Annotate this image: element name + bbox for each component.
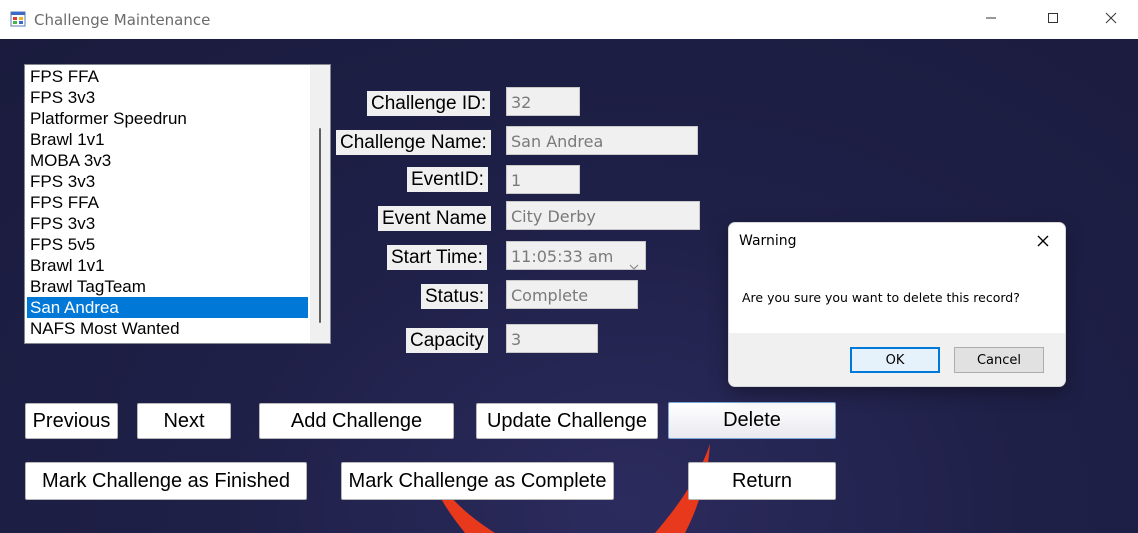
start-time-picker[interactable]: 11:05:33 am: [506, 241, 646, 270]
challenge-id-label: Challenge ID:: [367, 91, 491, 116]
dialog-ok-button[interactable]: OK: [850, 347, 940, 373]
list-item[interactable]: Brawl 1v1: [27, 129, 308, 150]
delete-button[interactable]: Delete: [668, 402, 836, 439]
mark-complete-button[interactable]: Mark Challenge as Complete: [341, 462, 614, 500]
dialog-cancel-button[interactable]: Cancel: [954, 347, 1044, 373]
challenge-id-field[interactable]: 32: [506, 87, 580, 116]
list-item[interactable]: Brawl 1v1: [27, 255, 308, 276]
previous-button[interactable]: Previous: [25, 403, 118, 439]
list-item[interactable]: NAFS Most Wanted: [27, 318, 308, 339]
event-name-field[interactable]: City Derby: [506, 201, 700, 230]
dialog-title: Warning: [739, 233, 797, 249]
capacity-label: Capacity: [406, 328, 488, 353]
list-item[interactable]: FPS FFA: [27, 192, 308, 213]
update-challenge-button[interactable]: Update Challenge: [476, 403, 658, 439]
return-button[interactable]: Return: [688, 462, 836, 500]
list-item[interactable]: FPS 5v5: [27, 234, 308, 255]
maximize-icon: [1047, 11, 1059, 29]
list-item[interactable]: Platformer Speedrun: [27, 108, 308, 129]
list-item[interactable]: Brawl TagTeam: [27, 276, 308, 297]
dialog-footer: OK Cancel: [729, 333, 1065, 386]
maximize-button[interactable]: [1024, 0, 1082, 39]
challenge-name-label: Challenge Name:: [336, 130, 491, 155]
challenge-listbox[interactable]: FPS FFA FPS 3v3 Platformer Speedrun Braw…: [24, 64, 331, 344]
dialog-message: Are you sure you want to delete this rec…: [742, 290, 1020, 305]
minimize-icon: [985, 11, 997, 29]
next-button[interactable]: Next: [137, 403, 231, 439]
list-item[interactable]: FPS 3v3: [27, 171, 308, 192]
close-icon: [1037, 234, 1049, 252]
list-item[interactable]: FPS 3v3: [27, 87, 308, 108]
close-button[interactable]: [1082, 0, 1138, 39]
status-label: Status:: [421, 284, 489, 309]
event-id-field[interactable]: 1: [506, 165, 580, 194]
list-item[interactable]: FPS FFA: [27, 66, 308, 87]
start-time-value: 11:05:33 am: [511, 247, 614, 266]
minimize-button[interactable]: [962, 0, 1020, 39]
status-field[interactable]: Complete: [506, 280, 638, 309]
list-item[interactable]: MOBA 3v3: [27, 150, 308, 171]
app-form-icon: [10, 11, 26, 27]
dialog-close-button[interactable]: [1029, 229, 1057, 257]
close-icon: [1105, 11, 1117, 29]
challenge-name-field[interactable]: San Andrea: [506, 126, 698, 155]
start-time-label: Start Time:: [387, 245, 487, 270]
list-item[interactable]: FPS 3v3: [27, 213, 308, 234]
chevron-down-icon[interactable]: [629, 251, 639, 280]
event-id-label: EventID:: [407, 167, 488, 192]
capacity-field[interactable]: 3: [506, 324, 598, 353]
scrollbar-thumb[interactable]: [319, 128, 321, 323]
warning-dialog: Warning Are you sure you want to delete …: [728, 222, 1066, 387]
window-title: Challenge Maintenance: [34, 11, 211, 29]
listbox-scrollbar[interactable]: [310, 65, 330, 343]
list-item-selected[interactable]: San Andrea: [27, 297, 308, 318]
event-name-label: Event Name: [378, 206, 491, 231]
mark-finished-button[interactable]: Mark Challenge as Finished: [25, 462, 307, 500]
title-bar: Challenge Maintenance: [0, 0, 1138, 39]
add-challenge-button[interactable]: Add Challenge: [259, 403, 454, 439]
